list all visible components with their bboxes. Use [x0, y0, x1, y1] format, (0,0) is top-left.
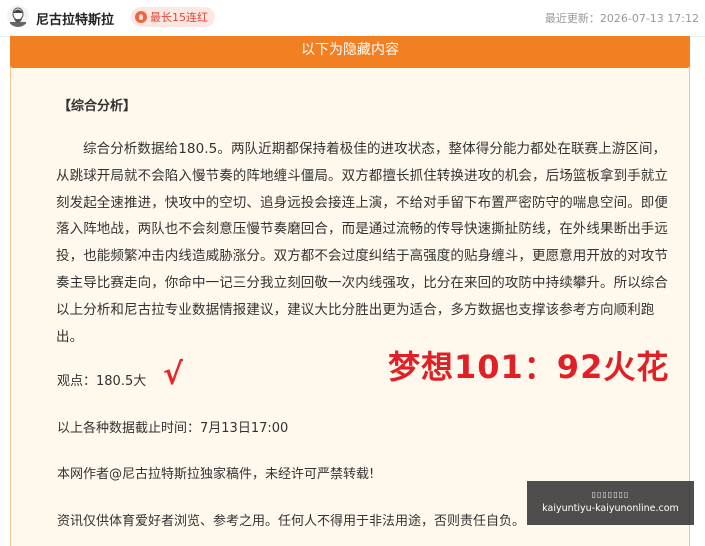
- section-title: 【综合分析】: [58, 99, 137, 114]
- streak-badge-label: 最长15连红: [150, 11, 208, 24]
- copyright-notice: 本网作者@尼古拉特斯拉独家稿件，未经许可严禁转载!: [57, 467, 375, 482]
- check-mark-icon: √: [163, 357, 184, 392]
- watermark-title: ▯▯▯▯▯▯▯: [591, 490, 630, 499]
- author-name[interactable]: 尼古拉特斯拉: [36, 9, 114, 28]
- hidden-content-label: 以下为隐藏内容: [301, 42, 399, 58]
- dream-score-annotation: 梦想101：92火花: [388, 348, 670, 386]
- watermark-url: kaiyuntiyu-kaiyunonline.com: [542, 503, 679, 514]
- author-avatar[interactable]: [7, 5, 29, 27]
- last-updated: 最近更新：2026-07-13 17:12: [544, 12, 699, 25]
- hidden-content-banner: 以下为隐藏内容: [10, 36, 690, 68]
- top-bar: 尼古拉特斯拉 最长15连红 最近更新：2026-07-13 17:12: [0, 0, 705, 37]
- analysis-paragraph: 综合分析数据给180.5。两队近期都保持着极佳的进攻状态，整体得分能力都处在联赛…: [56, 141, 668, 345]
- prediction-view: 观点：180.5大: [57, 374, 147, 389]
- data-deadline: 以上各种数据截止时间：7月13日17:00: [57, 421, 289, 436]
- fire-icon: [135, 11, 147, 23]
- site-watermark: ▯▯▯▯▯▯▯ kaiyuntiyu-kaiyunonline.com: [527, 481, 694, 525]
- streak-badge: 最长15连红: [131, 7, 215, 27]
- disclaimer: 资讯仅供体育爱好者浏览、参考之用。任何人不得用于非法用途，否则责任自负。: [57, 514, 526, 529]
